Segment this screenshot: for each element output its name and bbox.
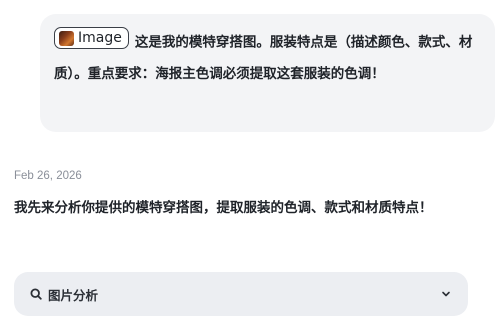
chat-page: Image 这是我的模特穿搭图。服装特点是（描述颜色、款式、材质）。重点要求：海… [0, 0, 498, 333]
image-analysis-toggle[interactable]: 图片分析 [14, 272, 468, 316]
search-icon [30, 288, 42, 300]
image-chip-label: Image [78, 30, 122, 46]
chevron-down-icon[interactable] [440, 288, 452, 300]
user-message-bubble: Image 这是我的模特穿搭图。服装特点是（描述颜色、款式、材质）。重点要求：海… [40, 14, 495, 132]
image-thumbnail [59, 30, 74, 46]
image-attachment-chip[interactable]: Image [54, 27, 129, 49]
image-analysis-header: 图片分析 [30, 285, 98, 304]
image-analysis-label: 图片分析 [48, 287, 99, 303]
assistant-message-text: 我先来分析你提供的模特穿搭图，提取服装的色调、款式和材质特点！ [14, 200, 433, 216]
message-timestamp: Feb 26, 2026 [14, 170, 82, 182]
